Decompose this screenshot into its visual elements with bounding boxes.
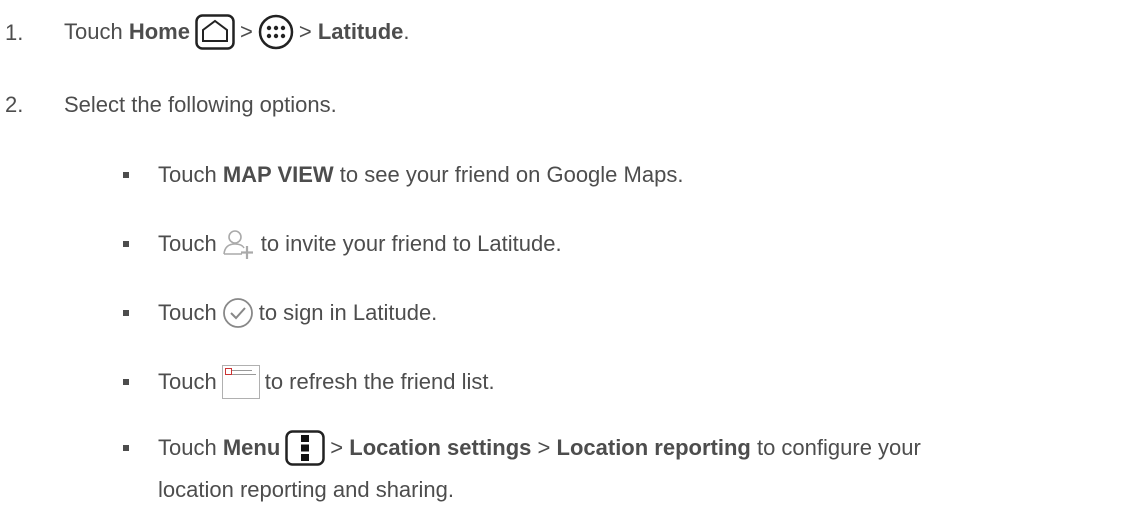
- location-reporting-label: Location reporting: [556, 435, 751, 460]
- apps-icon: [258, 14, 294, 50]
- map-view-label: MAP VIEW: [222, 162, 334, 187]
- bullet: [123, 172, 129, 178]
- add-person-icon: [222, 228, 256, 260]
- check-circle-icon: [222, 297, 254, 329]
- step-text: Select the following options.: [64, 92, 337, 117]
- step-number: 2.: [5, 92, 24, 117]
- bullet: [123, 379, 129, 385]
- step-text: Touch: [64, 19, 123, 44]
- bullet: [123, 445, 129, 451]
- refresh-icon: [221, 365, 260, 399]
- location-settings-label: Location settings: [349, 435, 532, 460]
- home-label: Home: [128, 19, 190, 44]
- step-number: 1.: [5, 20, 24, 45]
- home-icon: [195, 14, 235, 50]
- latitude-label: Latitude: [317, 19, 404, 44]
- menu-icon: [285, 430, 326, 466]
- menu-label: Menu: [222, 435, 281, 460]
- bullet: [123, 310, 129, 316]
- bullet: [123, 241, 129, 247]
